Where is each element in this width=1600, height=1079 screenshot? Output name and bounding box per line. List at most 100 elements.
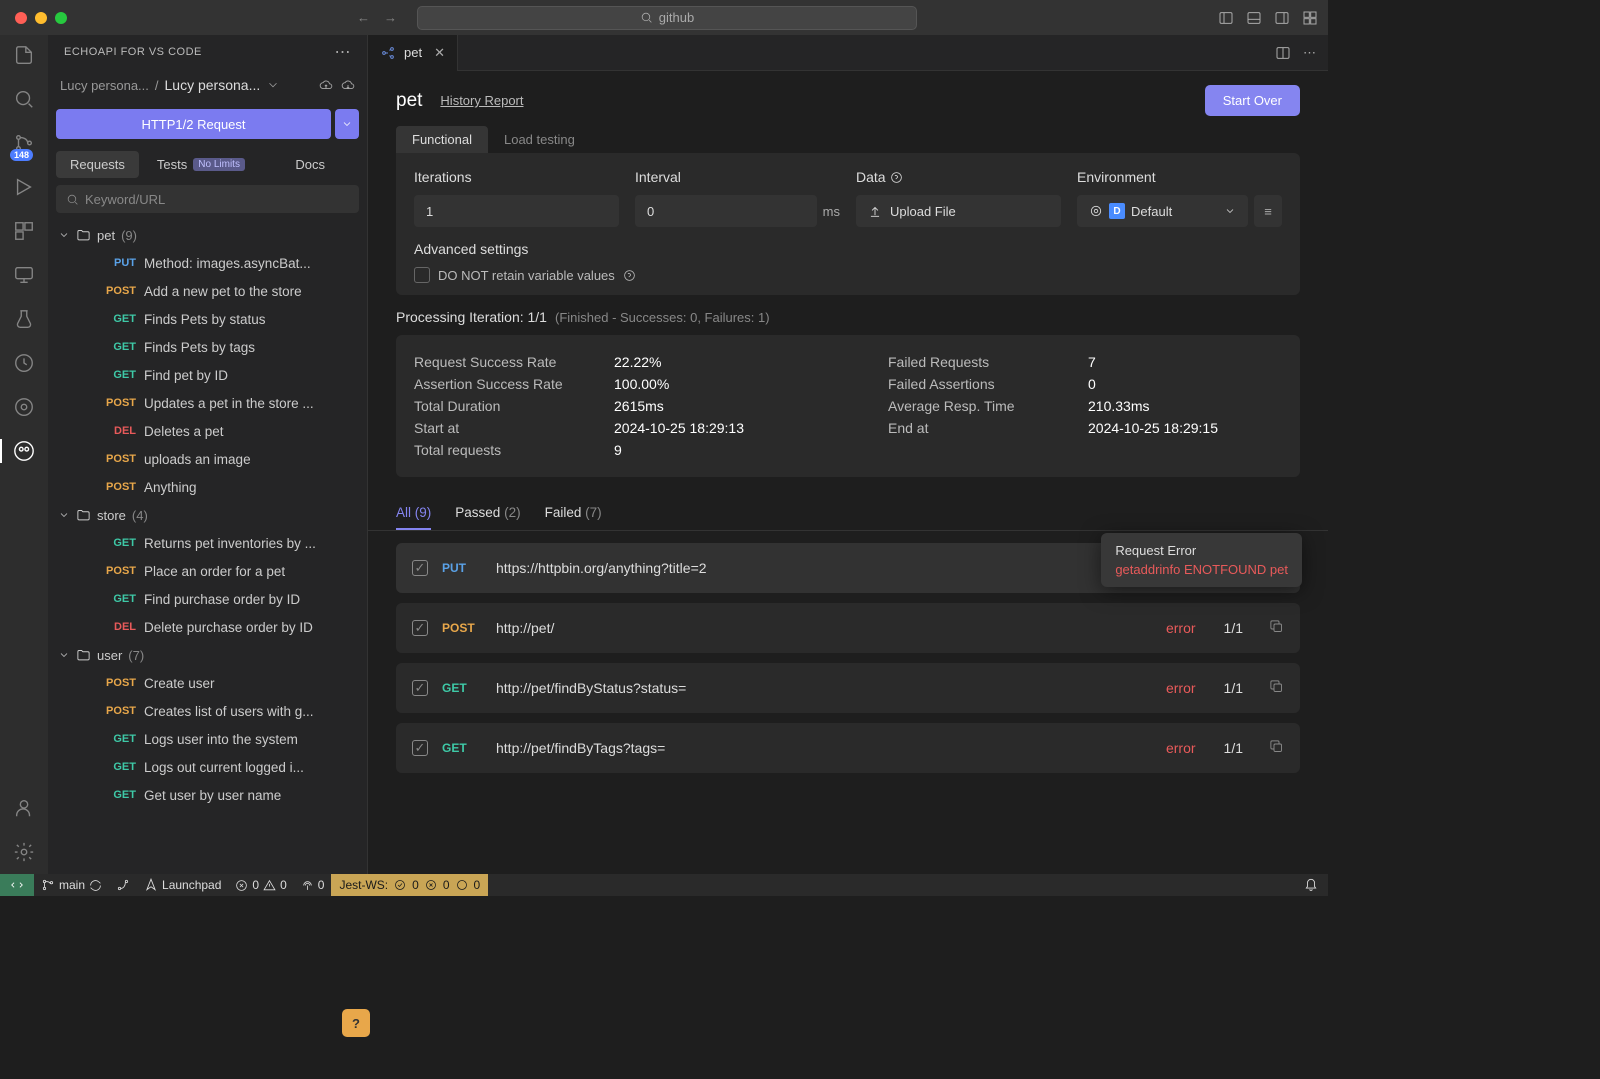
search-icon[interactable] (12, 87, 36, 111)
source-control-icon[interactable]: 148 (12, 131, 36, 155)
interval-input[interactable]: 0 (635, 195, 817, 227)
help-icon[interactable] (890, 171, 903, 184)
explorer-icon[interactable] (12, 43, 36, 67)
help-badge[interactable]: ? (342, 1009, 370, 1037)
cloud-download-icon[interactable] (341, 78, 355, 92)
folder-icon (76, 648, 91, 663)
iterations-input[interactable]: 1 (414, 195, 619, 227)
env-menu-button[interactable]: ≡ (1254, 195, 1282, 227)
result-row[interactable]: ✓ PUT https://httpbin.org/anything?title… (396, 543, 1300, 593)
notifications-icon[interactable] (1304, 877, 1328, 894)
branch-indicator[interactable]: main (34, 874, 109, 896)
remote-indicator[interactable] (0, 874, 34, 896)
maximize-window[interactable] (55, 12, 67, 24)
filter-input[interactable]: Keyword/URL (56, 185, 359, 213)
api-icon (380, 45, 396, 61)
echoapi-icon[interactable] (12, 439, 36, 463)
timeline-icon[interactable] (12, 351, 36, 375)
tab-load-testing[interactable]: Load testing (488, 126, 591, 153)
data-label: Data (856, 169, 1061, 185)
layout-sidebar-right-icon[interactable] (1274, 10, 1290, 26)
layout-panel-icon[interactable] (1246, 10, 1262, 26)
new-request-button[interactable]: HTTP1/2 Request (56, 109, 331, 139)
help-icon[interactable] (623, 269, 636, 282)
status-bar: main Launchpad 0 0 0 Jest-WS: 0 0 0 (0, 874, 1328, 896)
git-lens-icon[interactable] (12, 395, 36, 419)
tree-item[interactable]: GETFinds Pets by status (48, 305, 367, 333)
tab-functional[interactable]: Functional (396, 126, 488, 153)
tab-docs[interactable]: Docs (281, 151, 339, 178)
copy-icon[interactable] (1269, 739, 1284, 757)
settings-icon[interactable] (12, 840, 36, 864)
rtab-failed[interactable]: Failed (7) (545, 497, 602, 530)
testing-icon[interactable] (12, 307, 36, 331)
tree-item[interactable]: POSTAnything (48, 473, 367, 501)
result-checkbox[interactable]: ✓ (412, 620, 428, 636)
tree-item[interactable]: GETFind pet by ID (48, 361, 367, 389)
tree-item[interactable]: POSTPlace an order for a pet (48, 557, 367, 585)
nav-forward-icon[interactable]: → (384, 10, 397, 25)
tree-folder[interactable]: store (4) (48, 501, 367, 529)
retain-checkbox[interactable] (414, 267, 430, 283)
more-actions-icon[interactable]: ⋯ (1303, 45, 1316, 61)
accounts-icon[interactable] (12, 796, 36, 820)
result-row[interactable]: ✓ GET http://pet/findByStatus?status= er… (396, 663, 1300, 713)
minimize-window[interactable] (35, 12, 47, 24)
tree-item[interactable]: GETLogs out current logged i... (48, 753, 367, 781)
tree-item[interactable]: GETGet user by user name (48, 781, 367, 809)
copy-icon[interactable] (1269, 679, 1284, 697)
layout-sidebar-left-icon[interactable] (1218, 10, 1234, 26)
sidebar-title: ECHOAPI FOR VS CODE ⋯ (48, 35, 367, 69)
tree-item[interactable]: POSTuploads an image (48, 445, 367, 473)
problems-indicator[interactable]: 0 0 (228, 874, 293, 896)
command-center[interactable]: github (417, 6, 917, 30)
close-window[interactable] (15, 12, 27, 24)
result-row[interactable]: ✓ GET http://pet/findByTags?tags= error … (396, 723, 1300, 773)
remote-explorer-icon[interactable] (12, 263, 36, 287)
tree-folder[interactable]: pet (9) (48, 221, 367, 249)
history-report-link[interactable]: History Report (440, 93, 523, 108)
tree-item[interactable]: DELDelete purchase order by ID (48, 613, 367, 641)
layout-customize-icon[interactable] (1302, 10, 1318, 26)
iterations-label: Iterations (414, 169, 619, 185)
split-editor-icon[interactable] (1275, 45, 1291, 61)
tab-tests[interactable]: TestsNo Limits (143, 151, 259, 178)
run-debug-icon[interactable] (12, 175, 36, 199)
editor-tab-pet[interactable]: pet ✕ (368, 35, 458, 71)
tree-item[interactable]: DELDeletes a pet (48, 417, 367, 445)
tree-item[interactable]: GETFinds Pets by tags (48, 333, 367, 361)
tree-item[interactable]: POSTAdd a new pet to the store (48, 277, 367, 305)
gitlens-indicator[interactable] (109, 874, 137, 896)
tree-item[interactable]: GETFind purchase order by ID (48, 585, 367, 613)
start-over-button[interactable]: Start Over (1205, 85, 1300, 116)
request-type-dropdown[interactable] (335, 109, 359, 139)
tree-item[interactable]: GETLogs user into the system (48, 725, 367, 753)
nav-back-icon[interactable]: ← (357, 10, 370, 25)
rtab-all[interactable]: All (9) (396, 497, 431, 530)
tree-item[interactable]: POSTUpdates a pet in the store ... (48, 389, 367, 417)
result-checkbox[interactable]: ✓ (412, 740, 428, 756)
rtab-passed[interactable]: Passed (2) (455, 497, 520, 530)
more-icon[interactable]: ⋯ (335, 42, 352, 62)
extensions-icon[interactable] (12, 219, 36, 243)
result-checkbox[interactable]: ✓ (412, 560, 428, 576)
jest-indicator[interactable]: Jest-WS: 0 0 0 (331, 874, 488, 896)
tree-item[interactable]: GETReturns pet inventories by ... (48, 529, 367, 557)
tree-item[interactable]: POSTCreates list of users with g... (48, 697, 367, 725)
launchpad-indicator[interactable]: Launchpad (137, 874, 228, 896)
tree-folder[interactable]: user (7) (48, 641, 367, 669)
workspace-breadcrumb[interactable]: Lucy persona... / Lucy persona... (48, 69, 367, 101)
close-tab-icon[interactable]: ✕ (434, 45, 445, 61)
tab-requests[interactable]: Requests (56, 151, 139, 178)
ports-indicator[interactable]: 0 (294, 874, 332, 896)
tree-item[interactable]: POSTCreate user (48, 669, 367, 697)
result-row[interactable]: ✓ POST http://pet/ error 1/1 (396, 603, 1300, 653)
cloud-upload-icon[interactable] (319, 78, 333, 92)
titlebar: ← → github (0, 0, 1328, 35)
environment-select[interactable]: DDefault (1077, 195, 1248, 227)
tree-item[interactable]: PUTMethod: images.asyncBat... (48, 249, 367, 277)
result-checkbox[interactable]: ✓ (412, 680, 428, 696)
upload-file-button[interactable]: Upload File (856, 195, 1061, 227)
copy-icon[interactable] (1269, 619, 1284, 637)
search-icon (66, 193, 79, 206)
